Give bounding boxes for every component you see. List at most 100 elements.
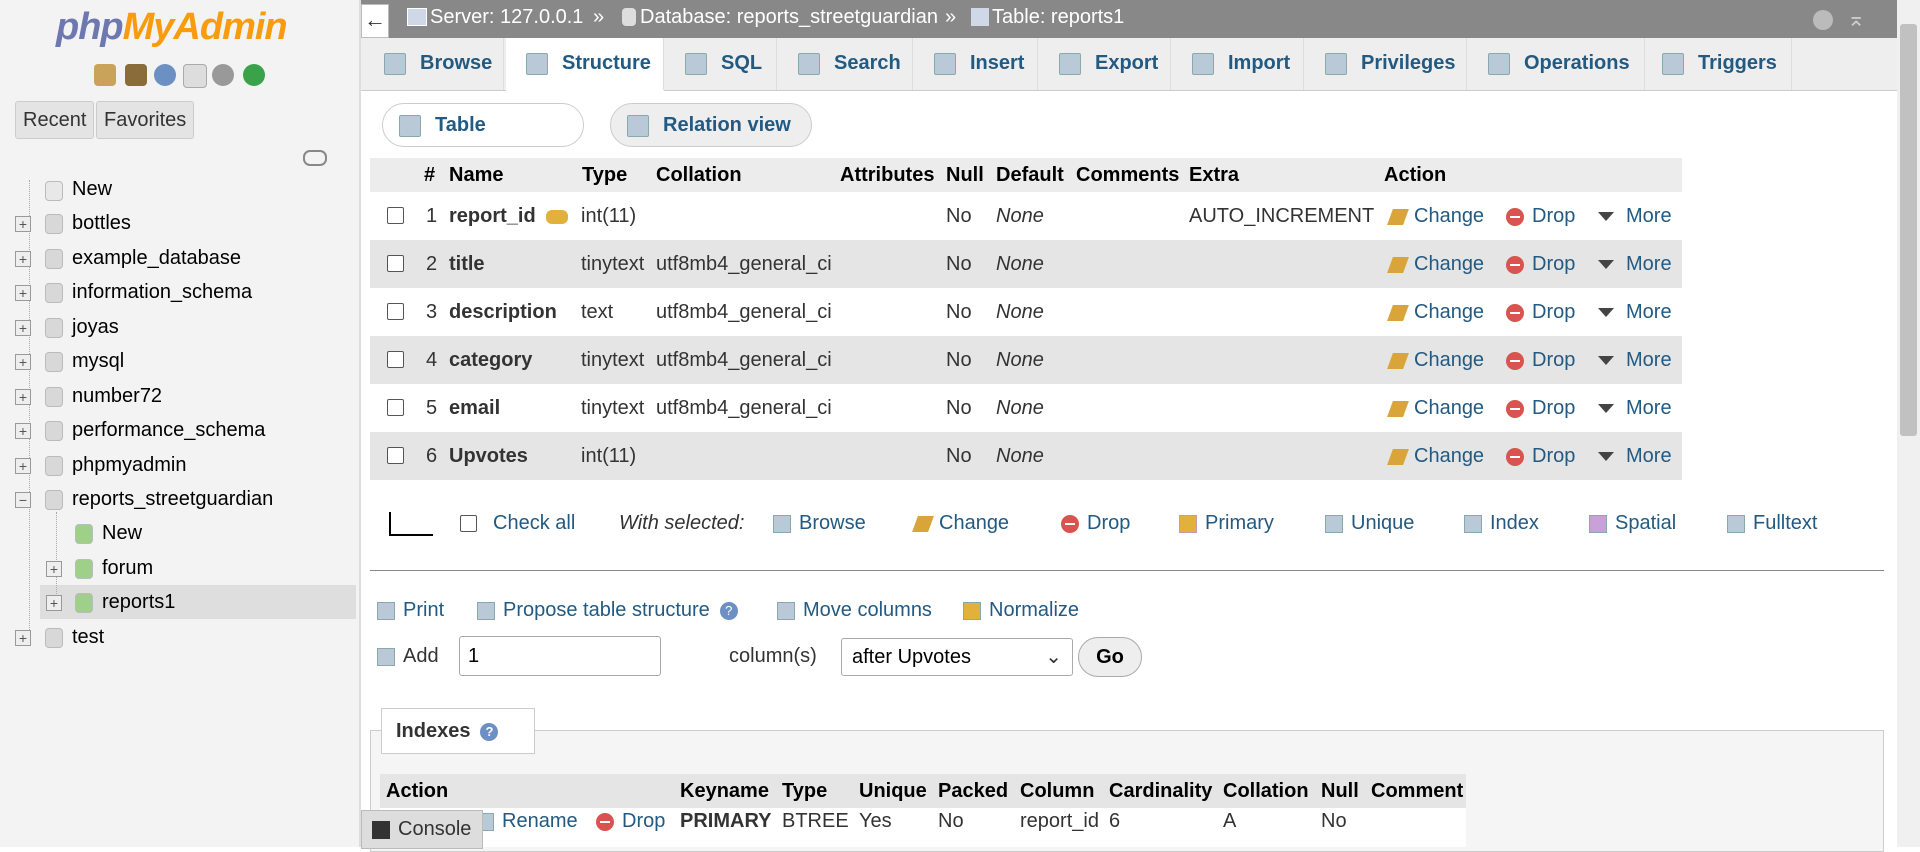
- more-button[interactable]: More: [1598, 253, 1672, 276]
- row-checkbox[interactable]: [387, 351, 404, 368]
- tab-browse[interactable]: Browse: [364, 38, 504, 90]
- logout-icon[interactable]: [125, 64, 147, 86]
- bulk-change-button[interactable]: Change: [912, 512, 1009, 535]
- bulk-index-button[interactable]: Index: [1464, 512, 1539, 535]
- tab-import[interactable]: Import: [1172, 38, 1304, 90]
- expand-icon[interactable]: +: [15, 458, 31, 474]
- drop-button[interactable]: Drop: [1506, 301, 1575, 324]
- more-button[interactable]: More: [1598, 445, 1672, 468]
- bulk-fulltext-button[interactable]: Fulltext: [1727, 512, 1817, 535]
- move-columns-link[interactable]: Move columns: [777, 599, 932, 622]
- tab-search[interactable]: Search: [778, 38, 913, 90]
- subtab-table-structure[interactable]: Table structure: [382, 103, 584, 178]
- normalize-link[interactable]: Normalize: [963, 599, 1079, 622]
- drop-button[interactable]: Drop: [1506, 445, 1575, 468]
- tab-export[interactable]: Export: [1039, 38, 1171, 90]
- breadcrumb-database[interactable]: Database: reports_streetguardian: [640, 6, 938, 29]
- help-icon[interactable]: ?: [719, 601, 738, 620]
- check-all-checkbox[interactable]: [460, 515, 477, 532]
- column-position-select[interactable]: after Upvotes ⌄: [841, 638, 1073, 676]
- tab-structure[interactable]: Structure: [506, 38, 664, 91]
- subtab-relation-view[interactable]: Relation view: [610, 103, 812, 147]
- change-button[interactable]: Change: [1387, 397, 1484, 420]
- link-icon[interactable]: [303, 150, 327, 166]
- tab-operations[interactable]: Operations: [1468, 38, 1645, 90]
- change-button[interactable]: Change: [1387, 445, 1484, 468]
- expand-icon[interactable]: +: [46, 595, 62, 611]
- expand-icon[interactable]: +: [15, 320, 31, 336]
- tree-item-mysql[interactable]: mysql: [72, 346, 124, 376]
- tab-triggers[interactable]: Triggers: [1646, 38, 1792, 90]
- column-name[interactable]: title: [449, 253, 485, 276]
- console-button[interactable]: Console: [361, 810, 483, 849]
- print-link[interactable]: Print: [377, 599, 444, 622]
- tab-sql[interactable]: SQL: [665, 38, 777, 90]
- row-checkbox[interactable]: [387, 303, 404, 320]
- change-button[interactable]: Change: [1387, 349, 1484, 372]
- column-name[interactable]: email: [449, 397, 500, 420]
- home-icon[interactable]: [94, 64, 116, 86]
- expand-icon[interactable]: +: [15, 251, 31, 267]
- tree-item-number72[interactable]: number72: [72, 381, 162, 411]
- tree-item-new-table[interactable]: New: [102, 518, 142, 548]
- expand-icon[interactable]: +: [15, 389, 31, 405]
- more-button[interactable]: More: [1598, 205, 1672, 228]
- scrollbar-thumb[interactable]: [1900, 24, 1917, 436]
- gear-icon[interactable]: [212, 64, 234, 86]
- drop-button[interactable]: Drop: [1506, 253, 1575, 276]
- tree-item-performance-schema[interactable]: performance_schema: [72, 415, 265, 445]
- tree-item-reports-streetguardian[interactable]: reports_streetguardian: [72, 484, 273, 514]
- column-name[interactable]: report_id: [449, 205, 568, 228]
- go-button[interactable]: Go: [1078, 637, 1142, 677]
- breadcrumb-server[interactable]: Server: 127.0.0.1: [430, 6, 583, 29]
- tab-privileges[interactable]: Privileges: [1305, 38, 1467, 90]
- tree-item-phpmyadmin[interactable]: phpmyadmin: [72, 450, 187, 480]
- tree-item-test[interactable]: test: [72, 622, 104, 652]
- collapse-nav-button[interactable]: ←: [361, 4, 389, 38]
- column-name[interactable]: description: [449, 301, 557, 324]
- change-button[interactable]: Change: [1387, 253, 1484, 276]
- reload-icon[interactable]: [243, 64, 265, 86]
- bulk-unique-button[interactable]: Unique: [1325, 512, 1414, 535]
- settings-gear-icon[interactable]: [1813, 10, 1833, 30]
- row-checkbox[interactable]: [387, 255, 404, 272]
- change-button[interactable]: Change: [1387, 205, 1484, 228]
- favorites-button[interactable]: Favorites: [96, 101, 195, 139]
- bulk-spatial-button[interactable]: Spatial: [1589, 512, 1676, 535]
- propose-table-structure-link[interactable]: Propose table structure?: [477, 599, 738, 622]
- tree-item-reports1[interactable]: reports1: [102, 587, 175, 617]
- collapse-icon[interactable]: ⌅: [1847, 6, 1865, 32]
- recent-button[interactable]: Recent: [15, 101, 95, 139]
- tree-item-information-schema[interactable]: information_schema: [72, 277, 252, 307]
- row-checkbox[interactable]: [387, 447, 404, 464]
- expand-icon[interactable]: +: [15, 354, 31, 370]
- rename-index-link[interactable]: Rename: [482, 810, 578, 833]
- drop-index-link[interactable]: Drop: [596, 810, 665, 833]
- more-button[interactable]: More: [1598, 301, 1672, 324]
- drop-button[interactable]: Drop: [1506, 397, 1575, 420]
- bulk-drop-button[interactable]: Drop: [1061, 512, 1130, 535]
- tree-item-bottles[interactable]: bottles: [72, 208, 131, 238]
- expand-icon[interactable]: +: [15, 216, 31, 232]
- more-button[interactable]: More: [1598, 349, 1672, 372]
- tree-item-new[interactable]: New: [72, 174, 112, 204]
- expand-icon[interactable]: +: [15, 423, 31, 439]
- column-name[interactable]: category: [449, 349, 532, 372]
- drop-button[interactable]: Drop: [1506, 205, 1575, 228]
- breadcrumb-table[interactable]: Table: reports1: [992, 6, 1124, 29]
- row-checkbox[interactable]: [387, 399, 404, 416]
- bulk-browse-button[interactable]: Browse: [773, 512, 866, 535]
- expand-icon[interactable]: +: [15, 285, 31, 301]
- tree-item-forum[interactable]: forum: [102, 553, 153, 583]
- collapse-icon[interactable]: −: [15, 492, 31, 508]
- row-checkbox[interactable]: [387, 207, 404, 224]
- change-button[interactable]: Change: [1387, 301, 1484, 324]
- check-all-link[interactable]: Check all: [493, 512, 575, 535]
- help-icon[interactable]: ?: [480, 722, 499, 741]
- help-icon[interactable]: [154, 64, 176, 86]
- expand-icon[interactable]: +: [46, 561, 62, 577]
- phpmyadmin-logo[interactable]: phpMyAdmin: [56, 6, 288, 49]
- drop-button[interactable]: Drop: [1506, 349, 1575, 372]
- more-button[interactable]: More: [1598, 397, 1672, 420]
- tree-item-joyas[interactable]: joyas: [72, 312, 119, 342]
